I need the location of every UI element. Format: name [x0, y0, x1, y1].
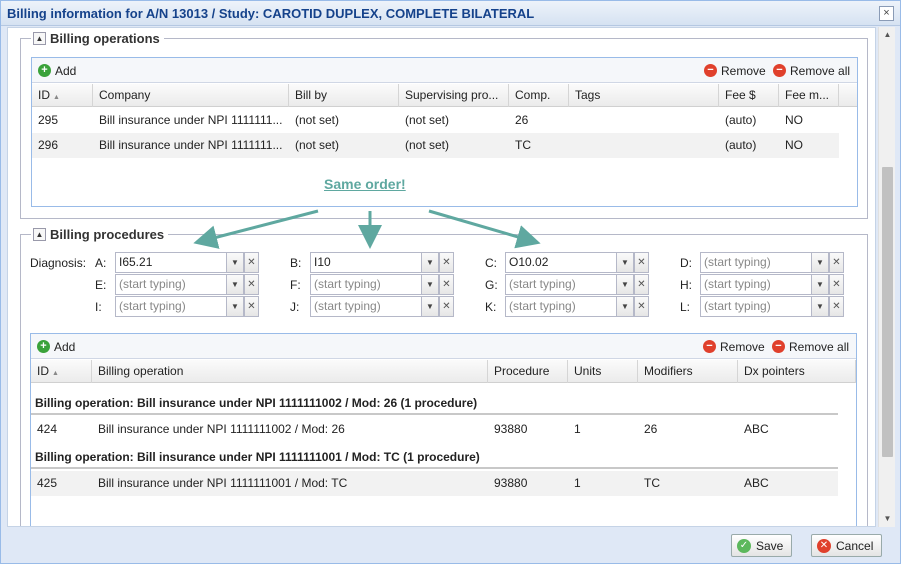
arrow-left: [193, 209, 319, 249]
scroll-up-icon[interactable]: ▲: [879, 27, 896, 43]
arrow-right: [428, 209, 541, 249]
save-label: Save: [756, 538, 784, 553]
check-icon: ✓: [737, 538, 751, 553]
cancel-button[interactable]: ✕ Cancel: [811, 534, 883, 557]
title-bar: Billing information for A/N 13013 / Stud…: [1, 1, 900, 26]
vertical-scrollbar[interactable]: ▲ ▼: [878, 27, 895, 527]
close-icon[interactable]: ×: [879, 6, 894, 21]
save-button[interactable]: ✓ Save: [731, 534, 793, 557]
dialog-body: ▲ Billing operations + Add − Remove − Re…: [7, 27, 876, 527]
dialog-title: Billing information for A/N 13013 / Stud…: [7, 6, 535, 21]
annotation-arrows: [193, 209, 541, 249]
scroll-thumb[interactable]: [882, 167, 893, 457]
cancel-label: Cancel: [836, 538, 874, 553]
billing-dialog: Billing information for A/N 13013 / Stud…: [0, 0, 901, 564]
cancel-icon: ✕: [817, 538, 831, 553]
scroll-down-icon[interactable]: ▼: [879, 511, 896, 527]
